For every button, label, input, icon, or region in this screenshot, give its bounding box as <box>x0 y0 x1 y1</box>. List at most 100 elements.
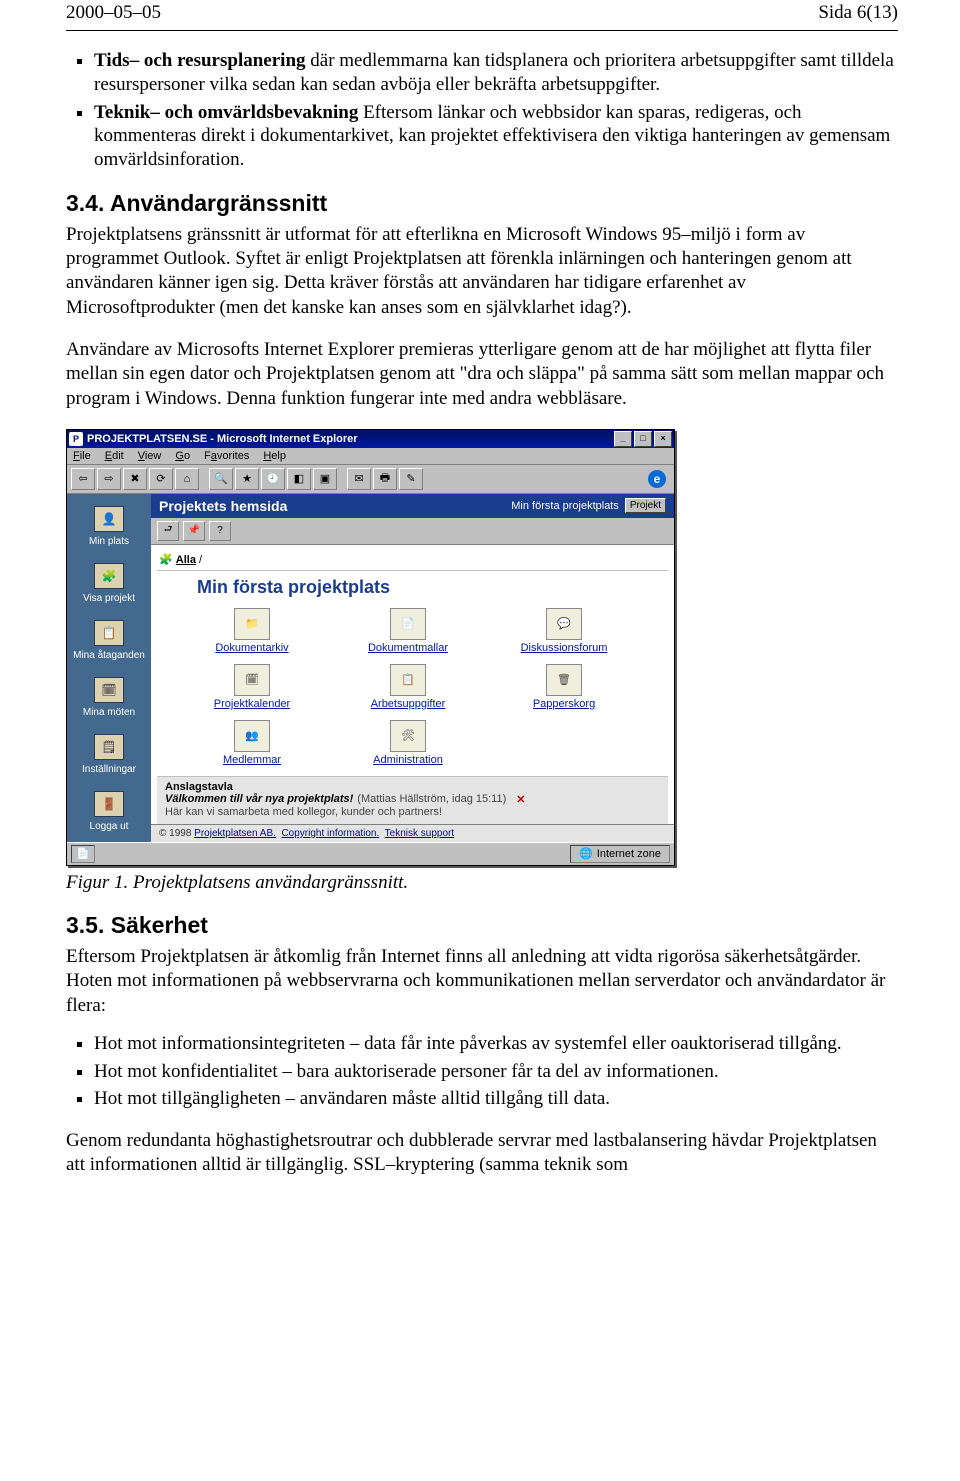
favorites-button[interactable]: ★ <box>235 468 259 490</box>
bullet-availability: Hot mot tillgängligheten – användaren må… <box>94 1087 898 1111</box>
globe-icon: 🌐 <box>579 847 593 860</box>
svg-text:e: e <box>654 472 661 486</box>
maximize-button[interactable]: □ <box>634 431 652 447</box>
stop-button[interactable]: ✖ <box>123 468 147 490</box>
grid-label: Projektkalender <box>177 698 327 710</box>
search-button[interactable]: 🔍 <box>209 468 233 490</box>
sidebar-item-ataganden[interactable]: 📋Mina åtaganden <box>67 614 151 671</box>
close-button[interactable]: × <box>654 431 672 447</box>
logout-icon: 🚪 <box>94 791 124 817</box>
edit-button[interactable]: ✎ <box>399 468 423 490</box>
grid-label: Dokumentarkiv <box>177 642 327 654</box>
screenshot-window: P PROJEKTPLATSEN.SE - Microsoft Internet… <box>66 429 675 866</box>
person-icon: 👤 <box>94 506 124 532</box>
pushpin-button[interactable]: 📌 <box>183 521 205 541</box>
bullet-confidentiality: Hot mot konfidentialitet – bara auktoris… <box>94 1060 898 1084</box>
security-zone: 🌐 Internet zone <box>570 845 670 863</box>
banner-subtitle: Min första projektplats <box>511 500 619 512</box>
bulletin-subtext: Här kan vi samarbeta med kollegor, kunde… <box>165 806 660 818</box>
figure-caption: Figur 1. Projektplatsens användargränssn… <box>66 872 898 894</box>
grid-arbetsuppgifter[interactable]: 📋 Arbetsuppgifter <box>333 664 483 710</box>
sidebar-item-installningar[interactable]: 🗒Inställningar <box>67 728 151 785</box>
section-35-heading: 3.5. Säkerhet <box>66 912 898 939</box>
header-page: Sida 6(13) <box>818 2 898 24</box>
footer-link-copyright[interactable]: Copyright information. <box>281 828 379 839</box>
projects-icon: 🧩 <box>94 563 124 589</box>
forward-button[interactable]: ⇨ <box>97 468 121 490</box>
grid-label: Diskussionsforum <box>489 642 639 654</box>
status-bar: 📄 🌐 Internet zone <box>67 842 674 865</box>
bulletin-delete-icon[interactable]: ✕ <box>516 793 525 806</box>
sidebar-item-loggaut[interactable]: 🚪Logga ut <box>67 785 151 842</box>
sidebar-item-label: Inställningar <box>82 764 136 775</box>
folder-icon: 📁 <box>234 608 270 640</box>
grid-diskussionsforum[interactable]: 💬Diskussionsforum <box>489 608 639 654</box>
history-button[interactable]: 🕘 <box>261 468 285 490</box>
footer-copyright: © 1998 <box>159 828 194 839</box>
status-doc-icon: 📄 <box>71 845 95 863</box>
sidebar-item-moten[interactable]: 🗓 Mina möten <box>67 671 151 728</box>
admin-icon: 🛠 <box>390 720 426 752</box>
sidebar-item-minplats[interactable]: 👤 Min plats <box>67 500 151 557</box>
bulletin-title: Anslagstavla <box>165 781 660 793</box>
bullet-teknik: Teknik– och omvärldsbevakning Eftersom l… <box>94 101 898 172</box>
menu-view[interactable]: View <box>138 450 162 462</box>
trash-icon: 🗑 <box>546 664 582 696</box>
section-35-p1: Eftersom Projektplatsen är åtkomlig från… <box>66 945 898 1018</box>
back-button[interactable]: ⇦ <box>71 468 95 490</box>
calendar-icon: 🗓 <box>94 677 124 703</box>
refresh-button[interactable]: ⟳ <box>149 468 173 490</box>
grid-label: Arbetsuppgifter <box>333 698 483 710</box>
bulletin-board: Anslagstavla Välkommen till vår nya proj… <box>157 776 668 824</box>
grid-papperskorg[interactable]: 🗑 Papperskorg <box>489 664 639 710</box>
grid-label: Dokumentmallar <box>333 642 483 654</box>
site-footer: © 1998 Projektplatsen AB. Copyright info… <box>151 824 674 842</box>
menu-go[interactable]: Go <box>175 450 190 462</box>
menu-file[interactable]: File <box>73 450 91 462</box>
bullet-tids: Tids– och resursplanering där medlemmarn… <box>94 49 898 97</box>
ie-logo-icon: e <box>644 468 670 490</box>
help-button[interactable]: ? <box>209 521 231 541</box>
app-icon: P <box>69 432 83 446</box>
header-date: 2000–05–05 <box>66 2 161 24</box>
grid-projektkalender[interactable]: 🗓 Projektkalender <box>177 664 327 710</box>
module-grid: 📁 Dokumentarkiv 📄Dokumentmallar 💬Diskussi… <box>177 608 668 766</box>
page-banner: Projektets hemsida Min första projektpla… <box>151 494 674 518</box>
calendar-icon: 🗓 <box>234 664 270 696</box>
menu-favorites[interactable]: Favorites <box>204 450 249 462</box>
clipboard-icon: 📋 <box>390 664 426 696</box>
print-button[interactable]: 🖶 <box>373 468 397 490</box>
browser-toolbar: ⇦ ⇨ ✖ ⟳ ⌂ 🔍 ★ 🕘 ◧ ▣ ✉ 🖶 ✎ e <box>67 465 674 494</box>
up-folder-button[interactable]: ⮐ <box>157 521 179 541</box>
banner-title: Projektets hemsida <box>159 498 287 514</box>
window-titlebar: P PROJEKTPLATSEN.SE - Microsoft Internet… <box>67 430 674 448</box>
footer-link-company[interactable]: Projektplatsen AB. <box>194 828 276 839</box>
grid-label: Papperskorg <box>489 698 639 710</box>
sidebar-item-visaprojekt[interactable]: 🧩 Visa projekt <box>67 557 151 614</box>
breadcrumb-alla[interactable]: Alla <box>176 554 196 566</box>
grid-administration[interactable]: 🛠Administration <box>333 720 483 766</box>
bullet-lead: Tids– och resursplanering <box>94 50 306 71</box>
grid-label: Medlemmar <box>177 754 327 766</box>
channels-button[interactable]: ◧ <box>287 468 311 490</box>
window-title: PROJEKTPLATSEN.SE - Microsoft Internet E… <box>87 433 358 445</box>
menu-edit[interactable]: Edit <box>105 450 124 462</box>
home-button[interactable]: ⌂ <box>175 468 199 490</box>
menu-bar: File Edit View Go Favorites Help <box>67 448 674 465</box>
fullscreen-button[interactable]: ▣ <box>313 468 337 490</box>
grid-dokumentarkiv[interactable]: 📁 Dokumentarkiv <box>177 608 327 654</box>
bullet-lead: Teknik– och omvärldsbevakning <box>94 102 358 123</box>
minimize-button[interactable]: _ <box>614 431 632 447</box>
sidebar-item-label: Visa projekt <box>83 593 135 604</box>
project-title: Min första projektplats <box>197 577 668 598</box>
grid-dokumentmallar[interactable]: 📄Dokumentmallar <box>333 608 483 654</box>
header-rule <box>66 30 898 31</box>
mail-button[interactable]: ✉ <box>347 468 371 490</box>
footer-link-support[interactable]: Teknisk support <box>385 828 454 839</box>
sidebar-item-label: Mina möten <box>83 707 135 718</box>
menu-help[interactable]: Help <box>263 450 286 462</box>
project-dropdown-button[interactable]: Projekt <box>625 498 666 513</box>
bulletin-meta: (Mattias Hällström, idag 15:11) <box>357 793 506 805</box>
grid-medlemmar[interactable]: 👥Medlemmar <box>177 720 327 766</box>
sidebar-item-label: Min plats <box>89 536 129 547</box>
